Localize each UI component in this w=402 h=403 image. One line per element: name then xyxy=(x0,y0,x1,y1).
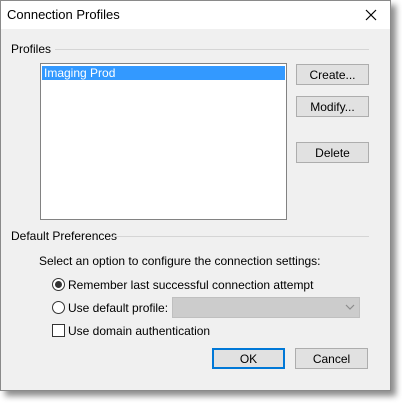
profiles-listbox[interactable]: Imaging Prod xyxy=(40,63,287,220)
close-icon xyxy=(365,9,377,21)
ok-button[interactable]: OK xyxy=(212,348,285,369)
use-default-profile-label[interactable]: Use default profile: xyxy=(68,301,168,315)
title-bar: Connection Profiles xyxy=(1,1,390,29)
default-profile-select[interactable] xyxy=(172,297,360,318)
close-button[interactable] xyxy=(356,3,386,27)
domain-auth-checkbox[interactable] xyxy=(52,324,65,337)
chevron-down-icon xyxy=(345,304,355,310)
remember-last-radio[interactable] xyxy=(52,278,65,291)
connection-profiles-dialog: Connection Profiles Profiles Imaging Pro… xyxy=(0,0,391,391)
domain-auth-label[interactable]: Use domain authentication xyxy=(68,324,210,338)
window-title: Connection Profiles xyxy=(7,7,120,22)
instruction-text: Select an option to configure the connec… xyxy=(39,254,321,268)
use-default-profile-radio[interactable] xyxy=(52,301,65,314)
preferences-group-label: Default Preferences xyxy=(11,229,118,243)
cancel-button[interactable]: Cancel xyxy=(295,348,368,369)
profiles-group-label: Profiles xyxy=(11,42,52,56)
list-item-imaging-prod[interactable]: Imaging Prod xyxy=(42,66,285,80)
profiles-group-divider xyxy=(55,49,369,50)
delete-button[interactable]: Delete xyxy=(296,142,369,163)
preferences-group-divider xyxy=(113,236,369,237)
remember-last-label[interactable]: Remember last successful connection atte… xyxy=(68,278,313,292)
create-button[interactable]: Create... xyxy=(296,64,369,85)
modify-button[interactable]: Modify... xyxy=(296,96,369,117)
